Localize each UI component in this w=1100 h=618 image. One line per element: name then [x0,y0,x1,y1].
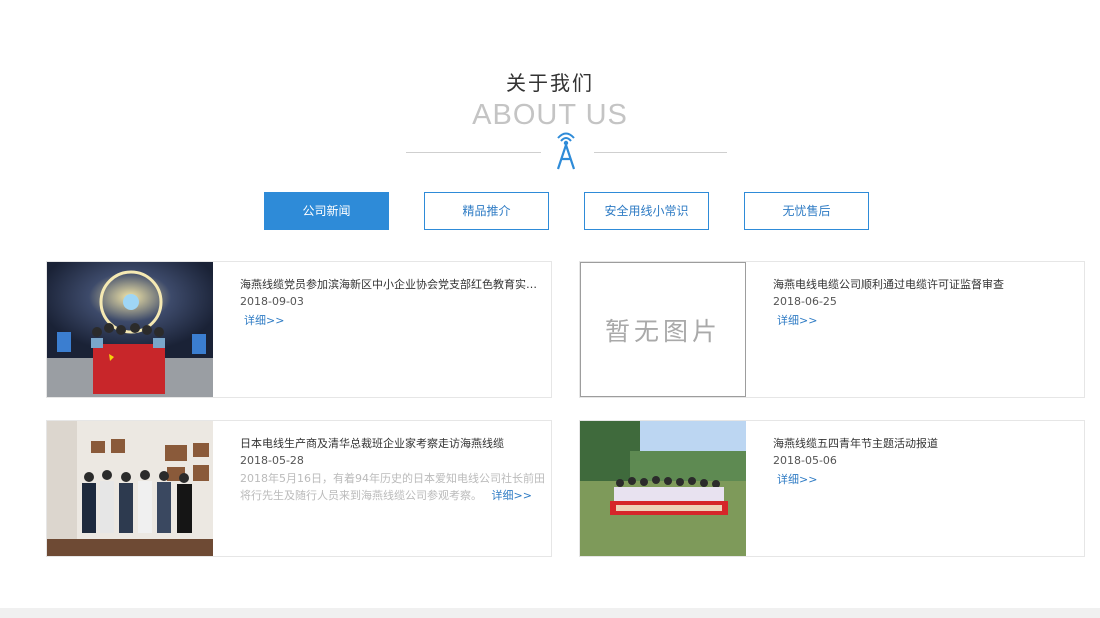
news-more-link[interactable]: 详细>> [240,312,284,328]
section-title-cn: 关于我们 [506,71,594,95]
news-title[interactable]: 海燕电线电缆公司顺利通过电缆许可证监督审查 [773,278,1079,292]
antenna-tower-icon [552,130,580,170]
news-date: 2018-06-25 [773,295,837,308]
section-title-en: ABOUT US [472,99,628,131]
tab-after-sales[interactable]: 无忧售后 [744,192,869,230]
tab-featured-products[interactable]: 精品推介 [424,192,549,230]
news-thumbnail[interactable] [47,262,213,397]
category-tabs: 公司新闻 精品推介 安全用线小常识 无忧售后 [264,192,870,230]
section-divider [406,130,727,170]
news-body: 海燕线缆五四青年节主题活动报道 2018-05-06 详细>> [773,437,1079,487]
news-title[interactable]: 海燕线缆五四青年节主题活动报道 [773,437,1079,451]
news-thumbnail[interactable] [47,421,213,556]
no-image-placeholder: 暂无图片 [580,262,746,397]
news-thumbnail[interactable] [580,421,746,556]
news-thumbnail[interactable]: 暂无图片 [580,262,746,397]
news-more-link[interactable]: 详细>> [773,471,817,487]
divider-line-right [594,152,727,153]
news-date: 2018-09-03 [240,295,304,308]
news-excerpt: 2018年5月16日，有着94年历史的日本爱知电线公司社长前田将行先生及随行人员… [240,470,546,504]
news-card[interactable]: 暂无图片 海燕电线电缆公司顺利通过电缆许可证监督审查 2018-06-25 详细… [579,261,1085,398]
news-title[interactable]: 日本电线生产商及清华总裁班企业家考察走访海燕线缆 [240,437,546,451]
news-date: 2018-05-28 [240,454,304,467]
news-card[interactable]: 海燕线缆五四青年节主题活动报道 2018-05-06 详细>> [579,420,1085,557]
news-body: 日本电线生产商及清华总裁班企业家考察走访海燕线缆 2018-05-28 2018… [240,437,546,504]
placeholder-text: 暂无图片 [604,316,721,346]
news-date: 2018-05-06 [773,454,837,467]
news-body: 海燕电线电缆公司顺利通过电缆许可证监督审查 2018-06-25 详细>> [773,278,1079,328]
news-more-link[interactable]: 详细>> [773,312,817,328]
news-title[interactable]: 海燕线缆党员参加滨海新区中小企业协会党支部红色教育实践活... [240,278,546,292]
tab-safety-tips[interactable]: 安全用线小常识 [584,192,709,230]
news-card[interactable]: 日本电线生产商及清华总裁班企业家考察走访海燕线缆 2018-05-28 2018… [46,420,552,557]
divider-line-left [406,152,541,153]
news-body: 海燕线缆党员参加滨海新区中小企业协会党支部红色教育实践活... 2018-09-… [240,278,546,328]
news-card[interactable]: 海燕线缆党员参加滨海新区中小企业协会党支部红色教育实践活... 2018-09-… [46,261,552,398]
footer-strip [0,608,1100,618]
news-more-link[interactable]: 详细>> [486,487,532,504]
tab-company-news[interactable]: 公司新闻 [264,192,389,230]
section-heading: 关于我们 ABOUT US [0,70,1100,132]
